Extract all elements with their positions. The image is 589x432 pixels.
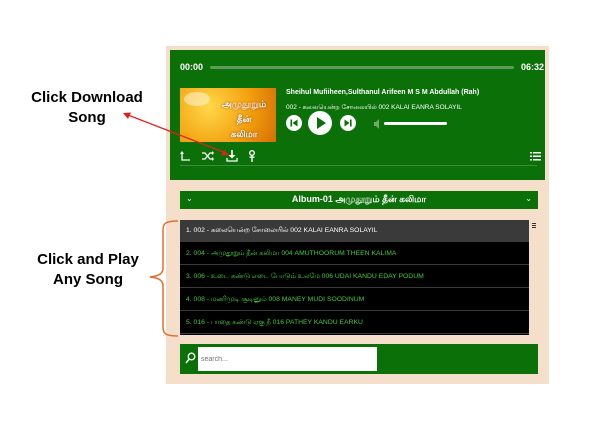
current-time: 00:00 (180, 62, 204, 72)
download-icon[interactable] (226, 150, 238, 162)
prev-icon (290, 119, 298, 127)
pin-icon[interactable] (246, 150, 258, 162)
play-annotation-line1: Click and Play (37, 251, 139, 268)
repeat-icon[interactable] (180, 150, 192, 162)
cover-text-line2: கலிமா (230, 129, 258, 139)
play-icon (317, 117, 326, 129)
album-selector[interactable]: ⌄ Album-01 அமுதூறும் தீன் கலிமா ⌄ (180, 191, 538, 209)
shuffle-icon[interactable] (202, 150, 214, 162)
next-icon (344, 119, 352, 127)
artist-name: Sheihul Mufiiheen,Sulthanul Arifeen M S … (286, 89, 480, 96)
download-annotation-line2: Song (68, 109, 106, 126)
next-button[interactable] (340, 115, 356, 131)
album-cover: அமுதூறும் தீன் கலிமா (180, 88, 276, 142)
search-bar (180, 344, 538, 374)
cover-text-line1: அமுதூறும் தீன் (221, 99, 267, 124)
chevron-down-icon: ⌄ (525, 194, 532, 203)
menu-icon (532, 223, 536, 229)
volume-slider[interactable] (384, 122, 447, 125)
playlist-icon[interactable] (530, 150, 542, 162)
search-icon (185, 352, 196, 364)
track-row[interactable]: 5. 016 - பாதை கண்டு ஏகு நீ 016 PATHEY KA… (180, 312, 529, 334)
album-title: Album-01 அமுதூறும் தீன் கலிமா (291, 194, 427, 204)
track-row[interactable]: 1. 002 - கலையென்ற சோலையில் 002 KALAI EAN… (180, 220, 529, 242)
download-annotation: Click Download Song (18, 88, 156, 128)
previous-button[interactable] (286, 115, 302, 131)
player-panel: 00:00 06:32 அமுதூறும் தீன் கலிமா Sheihul… (170, 50, 545, 180)
track-row[interactable]: 4. 008 - மணிமுடி சூடினும் 008 MANEY MUDI… (180, 289, 529, 311)
play-annotation: Click and Play Any Song (22, 250, 154, 290)
music-player-widget: 00:00 06:32 அமுதூறும் தீன் கலிமா Sheihul… (166, 46, 549, 384)
track-list: 1. 002 - கலையென்ற சோலையில் 002 KALAI EAN… (180, 220, 529, 335)
play-button[interactable] (308, 111, 332, 135)
download-annotation-line1: Click Download (31, 89, 143, 106)
toolbar-divider (180, 165, 537, 166)
search-input[interactable] (198, 347, 377, 371)
track-row[interactable]: 3. 006 - உடை கண்டு எடை போடும் உலமே 006 U… (180, 266, 529, 288)
scrollbar[interactable] (530, 220, 538, 335)
track-row[interactable]: 2. 004 - அமுதூறும் தீன் கலிமா 004 AMUTHO… (180, 243, 529, 265)
progress-bar[interactable] (210, 66, 514, 69)
volume-icon[interactable] (374, 119, 382, 129)
play-annotation-line2: Any Song (53, 271, 123, 288)
total-time: 06:32 (521, 62, 545, 72)
